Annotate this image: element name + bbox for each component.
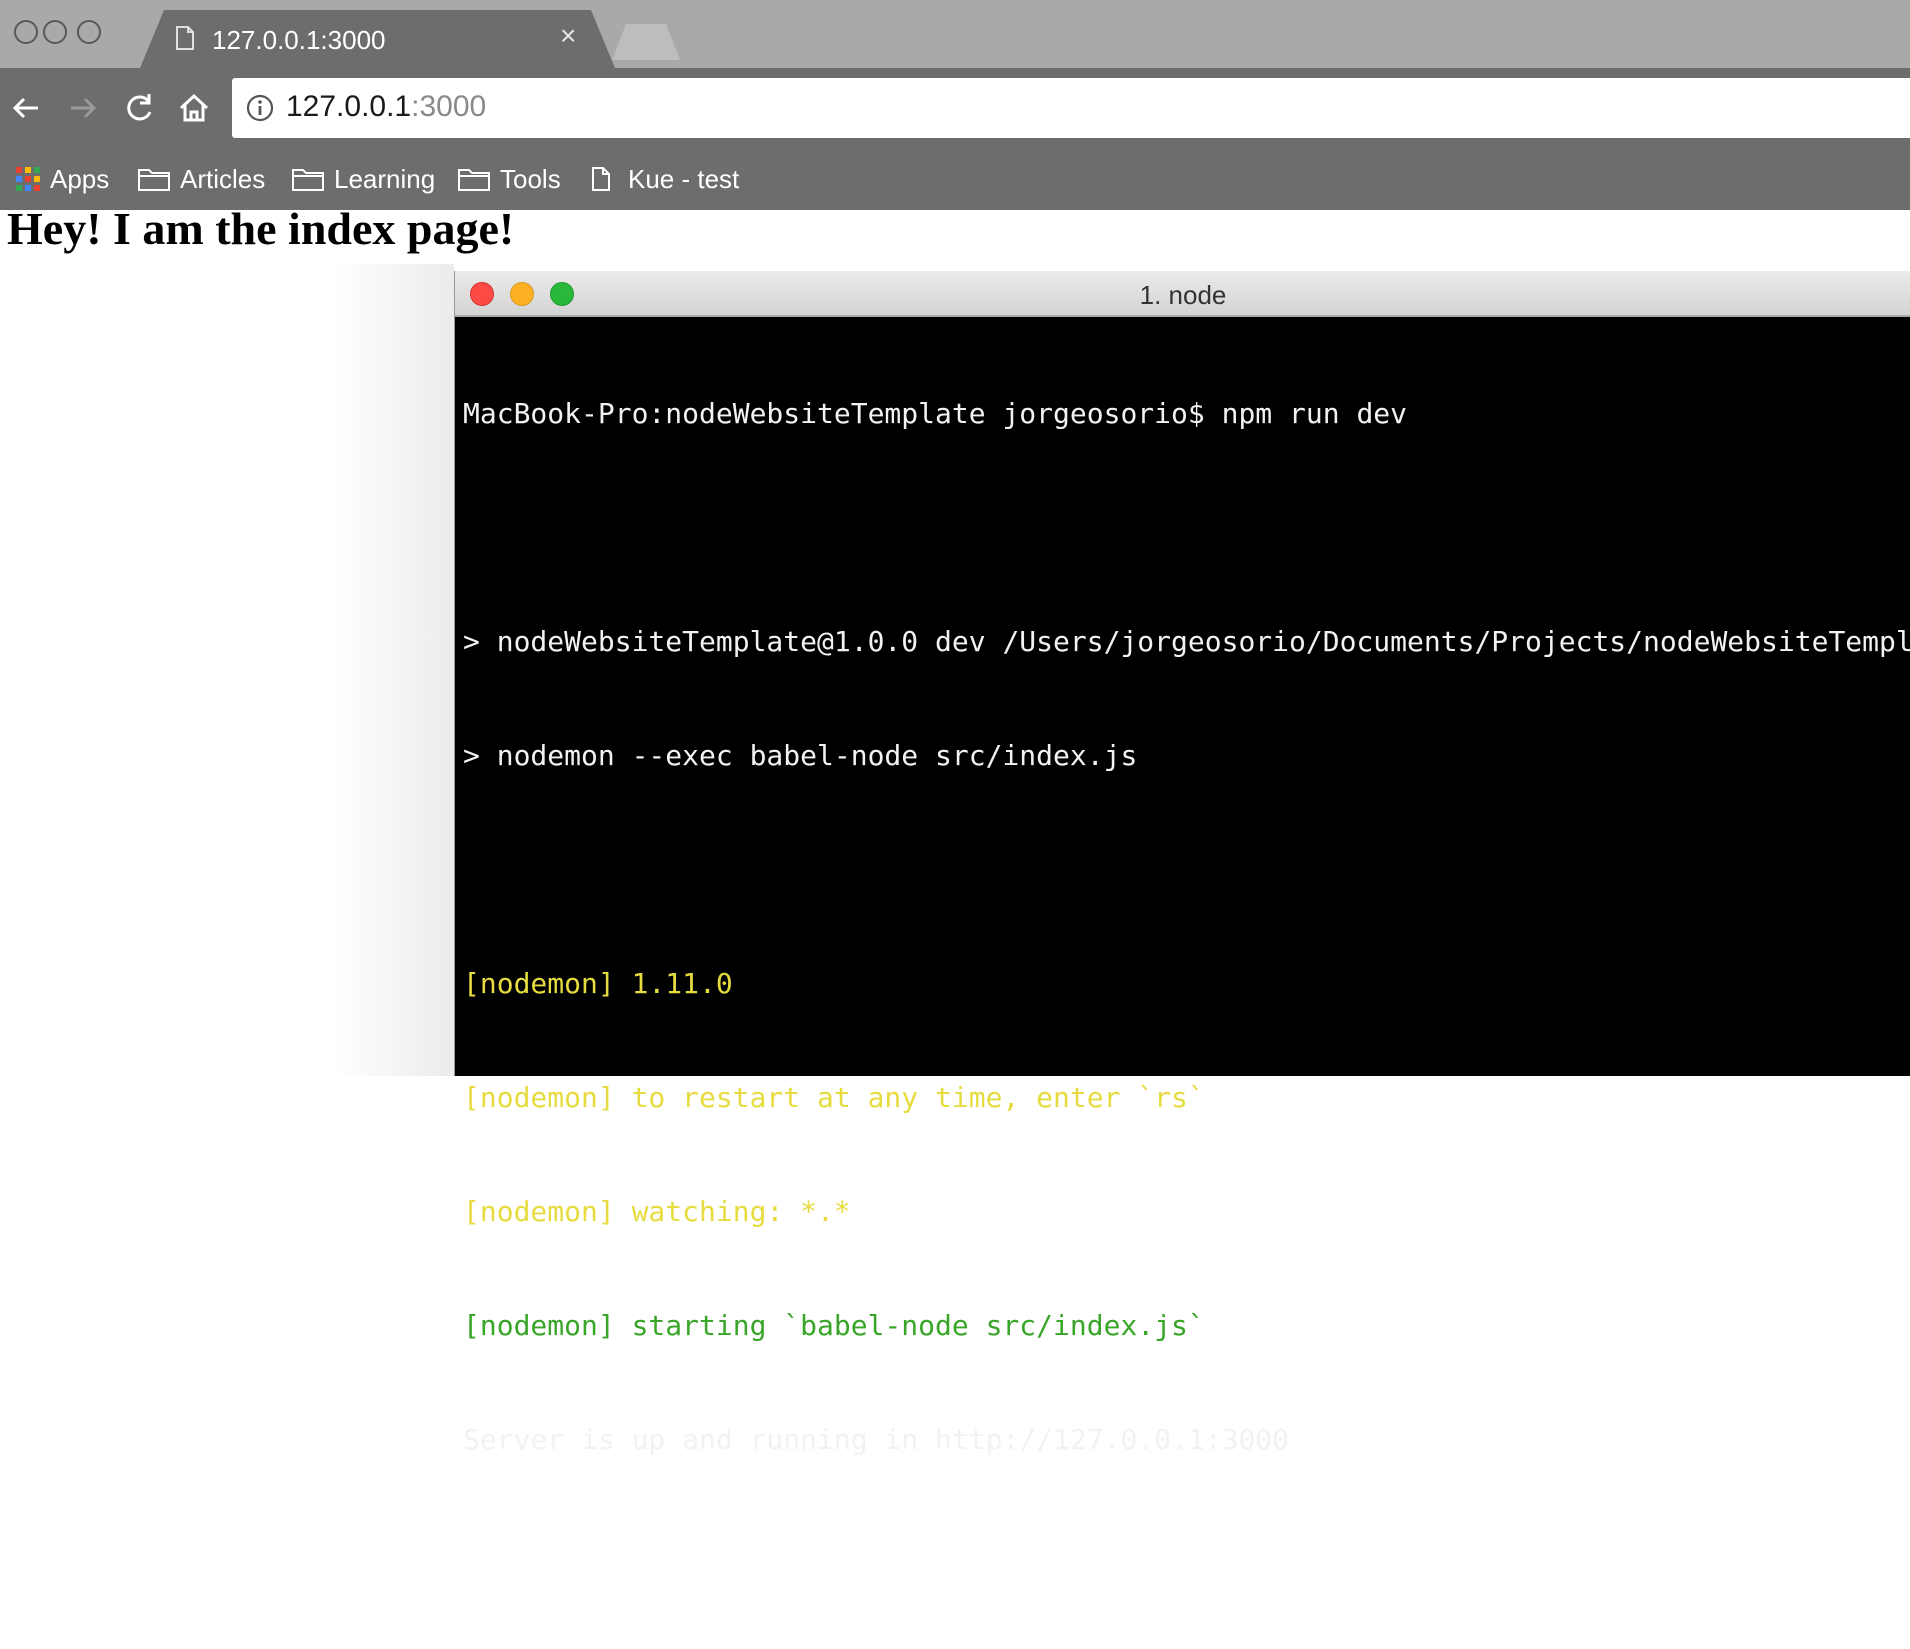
bookmark-kue-test[interactable]: Kue - test [592, 162, 739, 196]
terminal-line: [nodemon] to restart at any time, enter … [463, 1081, 1205, 1114]
new-tab-button[interactable] [612, 24, 680, 60]
page-icon [592, 167, 610, 191]
tab-strip: 127.0.0.1:3000 × [0, 0, 1910, 68]
browser-tab[interactable]: 127.0.0.1:3000 × [140, 10, 615, 68]
url-host: 127.0.0.1 [286, 90, 412, 123]
folder-icon [138, 169, 170, 191]
bookmark-label: Apps [50, 163, 110, 194]
info-icon[interactable] [246, 94, 274, 122]
terminal-line: [nodemon] starting `babel-node src/index… [463, 1309, 1205, 1342]
bookmark-apps[interactable]: Apps [16, 162, 109, 196]
url-text: 127.0.0.1:3000 [286, 90, 486, 124]
bookmark-label: Tools [500, 163, 561, 194]
terminal-window[interactable]: 1. node MacBook-Pro:nodeWebsiteTemplate … [454, 271, 1910, 1573]
bookmark-learning[interactable]: Learning [292, 162, 435, 196]
reload-icon[interactable] [119, 88, 159, 128]
terminal-line: > nodeWebsiteTemplate@1.0.0 dev /Users/j… [463, 625, 1910, 658]
folder-icon [458, 169, 490, 191]
arrow-left-icon[interactable] [6, 88, 46, 128]
terminal-line: [nodemon] 1.11.0 [463, 967, 733, 1000]
page-heading: Hey! I am the index page! [7, 203, 515, 254]
terminal-output[interactable]: MacBook-Pro:nodeWebsiteTemplate jorgeoso… [455, 319, 1910, 1649]
bookmark-label: Learning [334, 163, 436, 194]
folder-icon [292, 169, 324, 191]
terminal-line: [nodemon] watching: *.* [463, 1195, 851, 1228]
window-zoom-button[interactable] [77, 20, 101, 44]
bookmark-label: Kue - test [628, 163, 740, 194]
browser-toolbar: 127.0.0.1:3000 Apps Articles Learning To… [0, 68, 1910, 210]
bookmark-tools[interactable]: Tools [458, 162, 561, 196]
bookmark-label: Articles [180, 163, 266, 194]
apps-grid-icon [16, 167, 40, 191]
window-minimize-button[interactable] [43, 20, 67, 44]
terminal-line: MacBook-Pro:nodeWebsiteTemplate jorgeoso… [463, 397, 1408, 430]
bookmarks-bar: Apps Articles Learning Tools Kue - test [0, 148, 1910, 210]
terminal-title: 1. node [1139, 280, 1227, 310]
terminal-line: > nodemon --exec babel-node src/index.js [463, 739, 1138, 772]
url-port: :3000 [411, 90, 487, 123]
terminal-titlebar[interactable]: 1. node [455, 271, 1910, 317]
terminal-cursor [463, 1537, 479, 1573]
window-close-button[interactable] [14, 20, 38, 44]
bookmark-articles[interactable]: Articles [138, 162, 265, 196]
document-icon [176, 26, 194, 50]
terminal-shadow [334, 264, 454, 1076]
home-icon[interactable] [174, 88, 214, 128]
tab-title: 127.0.0.1:3000 [212, 25, 386, 55]
terminal-prompt-line [463, 1535, 1903, 1573]
tab-close-icon[interactable]: × [560, 20, 576, 52]
terminal-line: Server is up and running in http://127.0… [463, 1423, 1290, 1456]
address-bar[interactable]: 127.0.0.1:3000 [232, 78, 1910, 138]
arrow-right-icon[interactable] [63, 88, 103, 128]
